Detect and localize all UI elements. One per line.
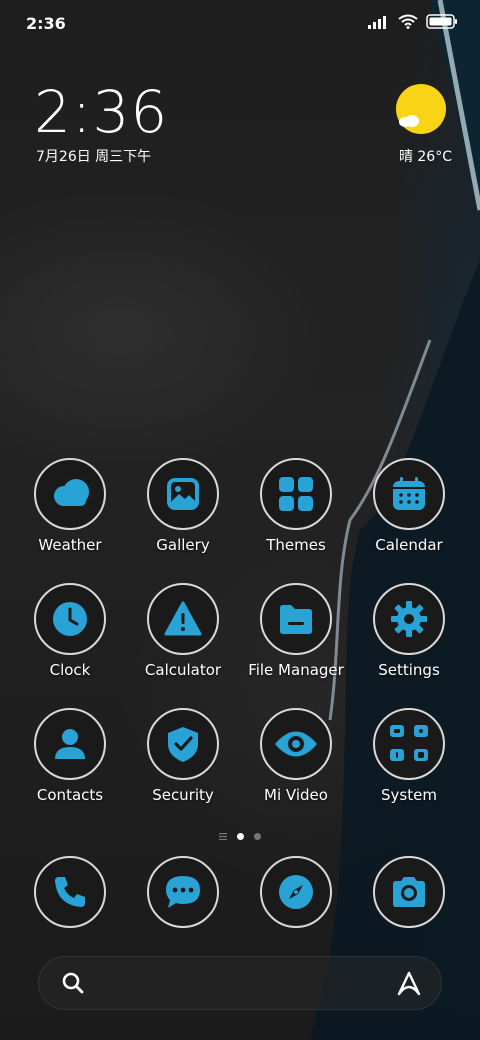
weather-cloud-icon[interactable] (34, 458, 106, 530)
home-clock-time[interactable]: 2:36 (34, 78, 168, 146)
app-label: Weather (38, 536, 102, 554)
folder-grid-icon[interactable] (373, 708, 445, 780)
eye-icon[interactable] (260, 708, 332, 780)
cloud-icon (399, 115, 419, 127)
dock-camera-button[interactable] (354, 856, 464, 966)
battery-icon (426, 14, 457, 29)
page-dot[interactable] (254, 832, 261, 840)
app-weather[interactable]: Weather (15, 458, 125, 568)
status-bar: 2:36 (0, 0, 480, 50)
search-icon[interactable] (61, 971, 85, 999)
message-icon[interactable] (147, 856, 219, 928)
app-themes[interactable]: Themes (241, 458, 351, 568)
person-icon[interactable] (34, 708, 106, 780)
dock-message-button[interactable] (128, 856, 238, 966)
phone-icon[interactable] (34, 856, 106, 928)
assistant-icon[interactable] (395, 970, 423, 1002)
gallery-image-icon[interactable] (147, 458, 219, 530)
app-calculator[interactable]: Calculator (128, 583, 238, 693)
signal-icon (368, 15, 386, 29)
status-icons (368, 14, 458, 29)
calendar-icon[interactable] (373, 458, 445, 530)
app-security[interactable]: Security (128, 708, 238, 818)
app-gallery[interactable]: Gallery (128, 458, 238, 568)
app-label: File Manager (248, 661, 344, 679)
app-settings[interactable]: Settings (354, 583, 464, 693)
weather-widget[interactable]: 晴 26°C (386, 84, 452, 165)
app-calendar[interactable]: Calendar (354, 458, 464, 568)
home-clock-date: 7月26日 周三下午 (36, 149, 152, 165)
app-clock[interactable]: Clock (15, 583, 125, 693)
status-time: 2:36 (26, 14, 66, 33)
app-label: Settings (378, 661, 440, 679)
app-label: Calculator (144, 661, 222, 679)
clock-icon[interactable] (34, 583, 106, 655)
app-file-manager[interactable]: File Manager (241, 583, 351, 693)
page-indicator[interactable] (0, 830, 480, 842)
app-label: System (381, 786, 437, 804)
shield-check-icon[interactable] (147, 708, 219, 780)
weather-summary: 晴 26°C (398, 149, 452, 165)
app-label: Themes (266, 536, 326, 554)
dock-compass-button[interactable] (241, 856, 351, 966)
dock-phone-button[interactable] (15, 856, 125, 966)
page-dot-active[interactable] (237, 832, 244, 840)
folder-icon[interactable] (260, 583, 332, 655)
app-label: Contacts (36, 786, 104, 804)
app-label: Gallery (156, 536, 210, 554)
calculator-warning-icon[interactable] (147, 583, 219, 655)
app-contacts[interactable]: Contacts (15, 708, 125, 818)
app-label: Clock (49, 661, 91, 679)
app-label: Calendar (375, 536, 443, 554)
themes-grid-icon[interactable] (260, 458, 332, 530)
app-label: Mi Video (264, 786, 328, 804)
page-list-icon (219, 832, 227, 840)
app-system[interactable]: System (354, 708, 464, 818)
app-mi-video[interactable]: Mi Video (241, 708, 351, 818)
compass-icon[interactable] (260, 856, 332, 928)
camera-icon[interactable] (373, 856, 445, 928)
wifi-icon (398, 14, 418, 29)
app-label: Security (152, 786, 214, 804)
gear-icon[interactable] (373, 583, 445, 655)
search-bar[interactable] (38, 956, 442, 1010)
